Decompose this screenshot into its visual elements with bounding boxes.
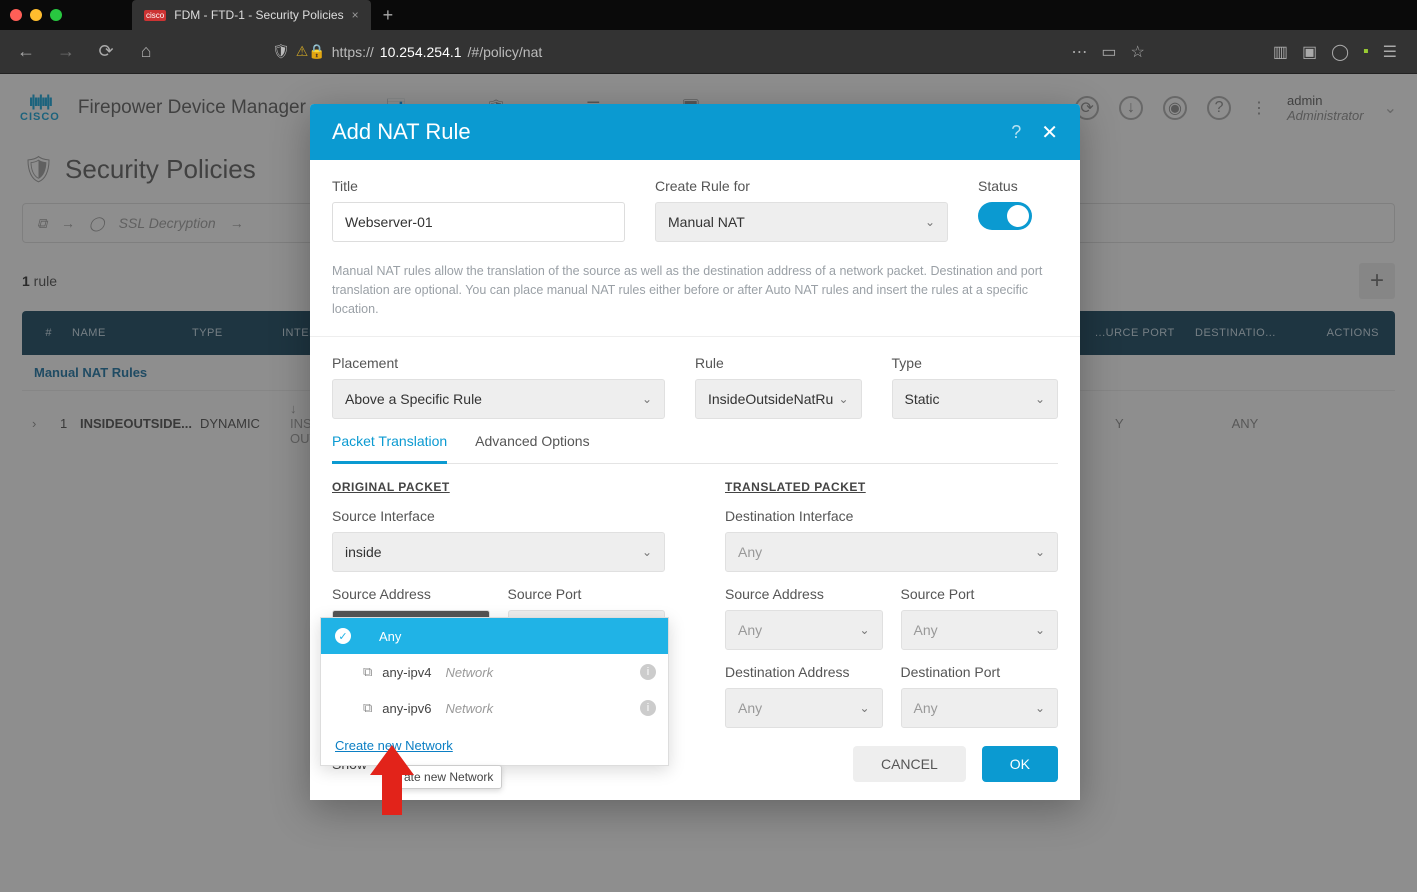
tab-title: FDM - FTD-1 - Security Policies	[174, 8, 343, 22]
dst-port-label: Destination Port	[901, 664, 1059, 680]
src-addr-dropdown: ✓ Any ⧉ any-ipv4 Network i ⧉ any-ipv6 Ne…	[320, 617, 669, 766]
trans-dst-addr-select[interactable]: Any⌄	[725, 688, 883, 728]
library-icon[interactable]: ▥	[1273, 42, 1288, 62]
dropdown-option-any-ipv4[interactable]: ⧉ any-ipv4 Network i	[321, 654, 668, 690]
modal-title: Add NAT Rule	[332, 119, 1011, 145]
nav-back-button[interactable]: ←	[12, 38, 40, 66]
src-addr-label2: Source Address	[725, 586, 883, 602]
url-host: 10.254.254.1	[380, 44, 462, 60]
annotation-arrow-icon	[370, 745, 414, 820]
src-port-label2: Source Port	[901, 586, 1059, 602]
lock-warn-icon: ⚠🔒	[296, 43, 326, 60]
type-select[interactable]: Static⌄	[892, 379, 1059, 419]
nav-home-button[interactable]: ⌂	[132, 38, 160, 66]
window-close-icon[interactable]	[10, 9, 22, 21]
src-if-label: Source Interface	[332, 508, 665, 524]
url-path: /#/policy/nat	[468, 44, 543, 60]
ext-icon[interactable]: ▪	[1363, 43, 1369, 61]
trans-src-port-select[interactable]: Any⌄	[901, 610, 1059, 650]
original-packet-header: ORIGINAL PACKET	[332, 480, 665, 494]
trans-src-addr-select[interactable]: Any⌄	[725, 610, 883, 650]
modal-close-icon[interactable]: ✕	[1041, 120, 1058, 145]
src-addr-label: Source Address	[332, 586, 490, 602]
dropdown-option-any-ipv6[interactable]: ⧉ any-ipv6 Network i	[321, 690, 668, 726]
info-icon[interactable]: i	[640, 664, 656, 680]
src-port-label: Source Port	[508, 586, 666, 602]
dst-if-select[interactable]: Any⌄	[725, 532, 1058, 572]
dst-if-label: Destination Interface	[725, 508, 1058, 524]
chevron-down-icon: ⌄	[1035, 623, 1045, 637]
check-icon: ✓	[335, 628, 351, 644]
tab-close-icon[interactable]: ×	[352, 8, 359, 22]
title-label: Title	[332, 178, 625, 194]
type-label: Type	[892, 355, 1059, 371]
chevron-down-icon: ⌄	[859, 701, 869, 715]
create-rule-label: Create Rule for	[655, 178, 948, 194]
sidebar-icon[interactable]: ▣	[1302, 42, 1317, 62]
network-icon: ⧉	[363, 700, 372, 716]
tab-advanced-options[interactable]: Advanced Options	[475, 433, 589, 463]
url-prefix: https://	[332, 44, 374, 60]
dots-icon[interactable]: ⋯	[1071, 42, 1087, 62]
browser-toolbar: ← → ⟳ ⌂ 🛡 ⚠🔒 https:// 10.254.254.1 /#/poli…	[0, 30, 1417, 74]
status-label: Status	[978, 178, 1058, 194]
reader-icon[interactable]: ▭	[1101, 42, 1116, 62]
create-rule-select[interactable]: Manual NAT ⌄	[655, 202, 948, 242]
nav-forward-button[interactable]: →	[52, 38, 80, 66]
window-titlebar: cisco FDM - FTD-1 - Security Policies × …	[0, 0, 1417, 30]
dropdown-option-any[interactable]: ✓ Any	[321, 618, 668, 654]
status-toggle[interactable]	[978, 202, 1032, 230]
window-minimize-icon[interactable]	[30, 9, 42, 21]
network-icon: ⧉	[363, 664, 372, 680]
modal-help-icon[interactable]: ?	[1011, 122, 1021, 143]
chevron-down-icon: ⌄	[925, 215, 935, 229]
chevron-down-icon: ⌄	[1035, 392, 1045, 406]
placement-label: Placement	[332, 355, 665, 371]
chevron-down-icon: ⌄	[642, 392, 652, 406]
title-input[interactable]	[332, 202, 625, 242]
trans-dst-port-select[interactable]: Any⌄	[901, 688, 1059, 728]
chevron-down-icon: ⌄	[859, 623, 869, 637]
nav-reload-button[interactable]: ⟳	[92, 38, 120, 66]
rule-label: Rule	[695, 355, 862, 371]
chevron-down-icon: ⌄	[1035, 701, 1045, 715]
tab-favicon: cisco	[144, 10, 166, 21]
ok-button[interactable]: OK	[982, 746, 1058, 782]
browser-tab[interactable]: cisco FDM - FTD-1 - Security Policies ×	[132, 0, 371, 30]
dst-addr-label: Destination Address	[725, 664, 883, 680]
menu-icon[interactable]: ☰	[1383, 42, 1397, 62]
account-icon[interactable]: ◯	[1331, 42, 1349, 62]
rule-select[interactable]: InsideOutsideNatRu⌄	[695, 379, 862, 419]
translated-packet-header: TRANSLATED PACKET	[725, 480, 1058, 494]
chevron-down-icon: ⌄	[1035, 545, 1045, 559]
shield-icon: 🛡	[272, 43, 290, 60]
src-if-select[interactable]: inside⌄	[332, 532, 665, 572]
placement-select[interactable]: Above a Specific Rule⌄	[332, 379, 665, 419]
url-bar[interactable]: 🛡 ⚠🔒 https:// 10.254.254.1 /#/policy/nat	[272, 43, 1059, 60]
chevron-down-icon: ⌄	[838, 392, 848, 406]
nat-rule-description: Manual NAT rules allow the translation o…	[332, 256, 1058, 336]
chevron-down-icon: ⌄	[642, 545, 652, 559]
bookmark-star-icon[interactable]: ☆	[1130, 42, 1144, 62]
window-maximize-icon[interactable]	[50, 9, 62, 21]
tab-packet-translation[interactable]: Packet Translation	[332, 433, 447, 464]
cancel-button[interactable]: CANCEL	[853, 746, 966, 782]
new-tab-button[interactable]: +	[383, 5, 394, 26]
info-icon[interactable]: i	[640, 700, 656, 716]
